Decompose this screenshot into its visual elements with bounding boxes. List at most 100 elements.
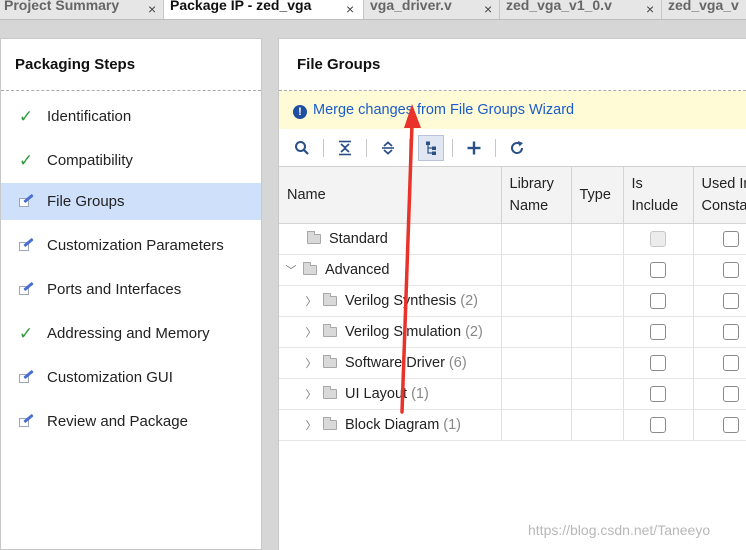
folder-icon <box>303 261 317 275</box>
is-include-checkbox[interactable] <box>650 323 666 340</box>
table-row[interactable]: 〉 Verilog Synthesis (2) <box>279 285 746 317</box>
close-icon[interactable]: × <box>646 2 654 16</box>
is-include-checkbox[interactable] <box>650 416 666 433</box>
table-row[interactable]: 〉 Block Diagram (1) <box>279 409 746 441</box>
step-ports-and-interfaces[interactable]: Ports and Interfaces <box>1 268 261 312</box>
tab-zed-vga-v1-0[interactable]: zed_vga_v1_0.v × <box>500 0 662 19</box>
table-row[interactable]: 〉 Software Driver (6) <box>279 347 746 379</box>
is-include-checkbox[interactable] <box>650 292 666 309</box>
close-icon[interactable]: × <box>148 2 156 16</box>
info-icon: ! <box>293 105 307 119</box>
folder-icon <box>323 416 337 430</box>
used-in-checkbox[interactable] <box>723 385 739 402</box>
tab-project-summary[interactable]: Project Summary × <box>0 0 164 19</box>
file-groups-toolbar <box>279 129 746 167</box>
close-icon[interactable]: × <box>484 2 492 16</box>
step-customization-gui[interactable]: Customization GUI <box>1 356 261 400</box>
edit-icon <box>19 237 34 252</box>
tab-label: zed_vga_v1_0.v <box>506 0 612 13</box>
step-label: Compatibility <box>47 152 133 169</box>
edit-icon <box>19 281 34 296</box>
chevron-down-icon[interactable]: ﹀ <box>285 262 297 278</box>
row-name: Software Driver <box>345 354 445 371</box>
chevron-right-icon[interactable]: 〉 <box>305 293 317 309</box>
merge-banner: ! Merge changes from File Groups Wizard <box>279 91 746 129</box>
file-count: (1) <box>411 385 429 402</box>
tab-label: zed_vga_v <box>668 0 739 13</box>
is-include-checkbox[interactable] <box>650 354 666 371</box>
step-review-and-package[interactable]: Review and Package <box>1 400 261 444</box>
step-label: File Groups <box>47 193 125 210</box>
tab-label: vga_driver.v <box>370 0 452 13</box>
step-compatibility[interactable]: ✓ Compatibility <box>1 139 261 183</box>
column-header-used-in[interactable]: Used In Consta <box>693 167 746 224</box>
close-icon[interactable]: × <box>346 2 354 16</box>
table-row[interactable]: 〉 Verilog Simulation (2) <box>279 316 746 348</box>
file-groups-panel: File Groups ! Merge changes from File Gro… <box>278 38 746 550</box>
row-name: Advanced <box>325 261 390 278</box>
step-label: Ports and Interfaces <box>47 281 182 298</box>
step-label: Identification <box>47 108 132 125</box>
check-icon: ✓ <box>18 107 34 126</box>
used-in-checkbox[interactable] <box>723 354 739 371</box>
column-header-type[interactable]: Type <box>571 167 624 224</box>
row-name: Verilog Simulation <box>345 323 462 340</box>
tab-vga-driver[interactable]: vga_driver.v × <box>364 0 500 19</box>
file-count: (2) <box>465 323 483 340</box>
tab-label: Project Summary <box>4 0 120 13</box>
hierarchy-icon[interactable] <box>418 134 444 161</box>
step-addressing-and-memory[interactable]: ✓ Addressing and Memory <box>1 312 261 356</box>
step-label: Addressing and Memory <box>47 325 210 342</box>
table-row[interactable]: ﹀ Advanced <box>279 254 746 286</box>
search-icon[interactable] <box>289 135 315 161</box>
edit-icon <box>19 413 34 428</box>
chevron-right-icon[interactable]: 〉 <box>305 417 317 433</box>
collapse-all-icon[interactable] <box>332 135 358 161</box>
row-name: Block Diagram <box>345 416 440 433</box>
used-in-checkbox[interactable] <box>723 416 739 433</box>
folder-icon <box>323 292 337 306</box>
step-file-groups[interactable]: File Groups <box>1 183 261 220</box>
file-count: (6) <box>448 354 467 371</box>
add-icon[interactable] <box>461 135 487 161</box>
chevron-right-icon[interactable]: 〉 <box>305 355 317 371</box>
step-customization-parameters[interactable]: Customization Parameters <box>1 224 261 268</box>
used-in-checkbox[interactable] <box>723 261 739 278</box>
panel-splitter[interactable] <box>262 38 278 550</box>
table-row[interactable]: Standard <box>279 223 746 255</box>
panel-title: File Groups <box>279 39 746 91</box>
editor-tab-bar: Project Summary × Package IP - zed_vga ×… <box>0 0 746 20</box>
chevron-right-icon[interactable]: 〉 <box>305 324 317 340</box>
folder-icon <box>323 323 337 337</box>
used-in-checkbox[interactable] <box>723 323 739 340</box>
check-icon: ✓ <box>18 151 34 170</box>
step-identification[interactable]: ✓ Identification <box>1 95 261 139</box>
folder-icon <box>323 385 337 399</box>
column-header-is-include[interactable]: Is Include <box>623 167 694 224</box>
watermark: https://blog.csdn.net/Taneeyo <box>528 522 711 538</box>
used-in-checkbox[interactable] <box>723 292 739 309</box>
column-header-library-name[interactable]: Library Name <box>501 167 572 224</box>
packaging-steps-panel: Packaging Steps ✓ Identification ✓ Compa… <box>0 38 262 550</box>
row-name: Standard <box>329 230 388 247</box>
column-header-name[interactable]: Name <box>279 167 502 224</box>
row-name: Verilog Synthesis <box>345 292 457 309</box>
file-count: (2) <box>460 292 478 309</box>
folder-icon <box>323 354 337 368</box>
merge-changes-link[interactable]: Merge changes from File Groups Wizard <box>313 102 574 118</box>
check-icon: ✓ <box>18 324 34 343</box>
edit-icon <box>19 369 34 384</box>
file-count: (1) <box>443 416 462 433</box>
table-row[interactable]: 〉 UI Layout (1) <box>279 378 746 410</box>
edit-icon <box>19 193 34 208</box>
tab-package-ip[interactable]: Package IP - zed_vga × <box>164 0 364 19</box>
step-label: Customization GUI <box>47 369 173 386</box>
tab-zed-vga-v[interactable]: zed_vga_v <box>662 0 746 19</box>
is-include-checkbox[interactable] <box>650 261 666 278</box>
chevron-right-icon[interactable]: 〉 <box>305 386 317 402</box>
refresh-icon[interactable] <box>504 135 530 161</box>
expand-all-icon[interactable] <box>375 135 401 161</box>
is-include-checkbox[interactable] <box>650 385 666 402</box>
row-name: UI Layout <box>345 385 408 402</box>
used-in-checkbox[interactable] <box>723 230 739 247</box>
